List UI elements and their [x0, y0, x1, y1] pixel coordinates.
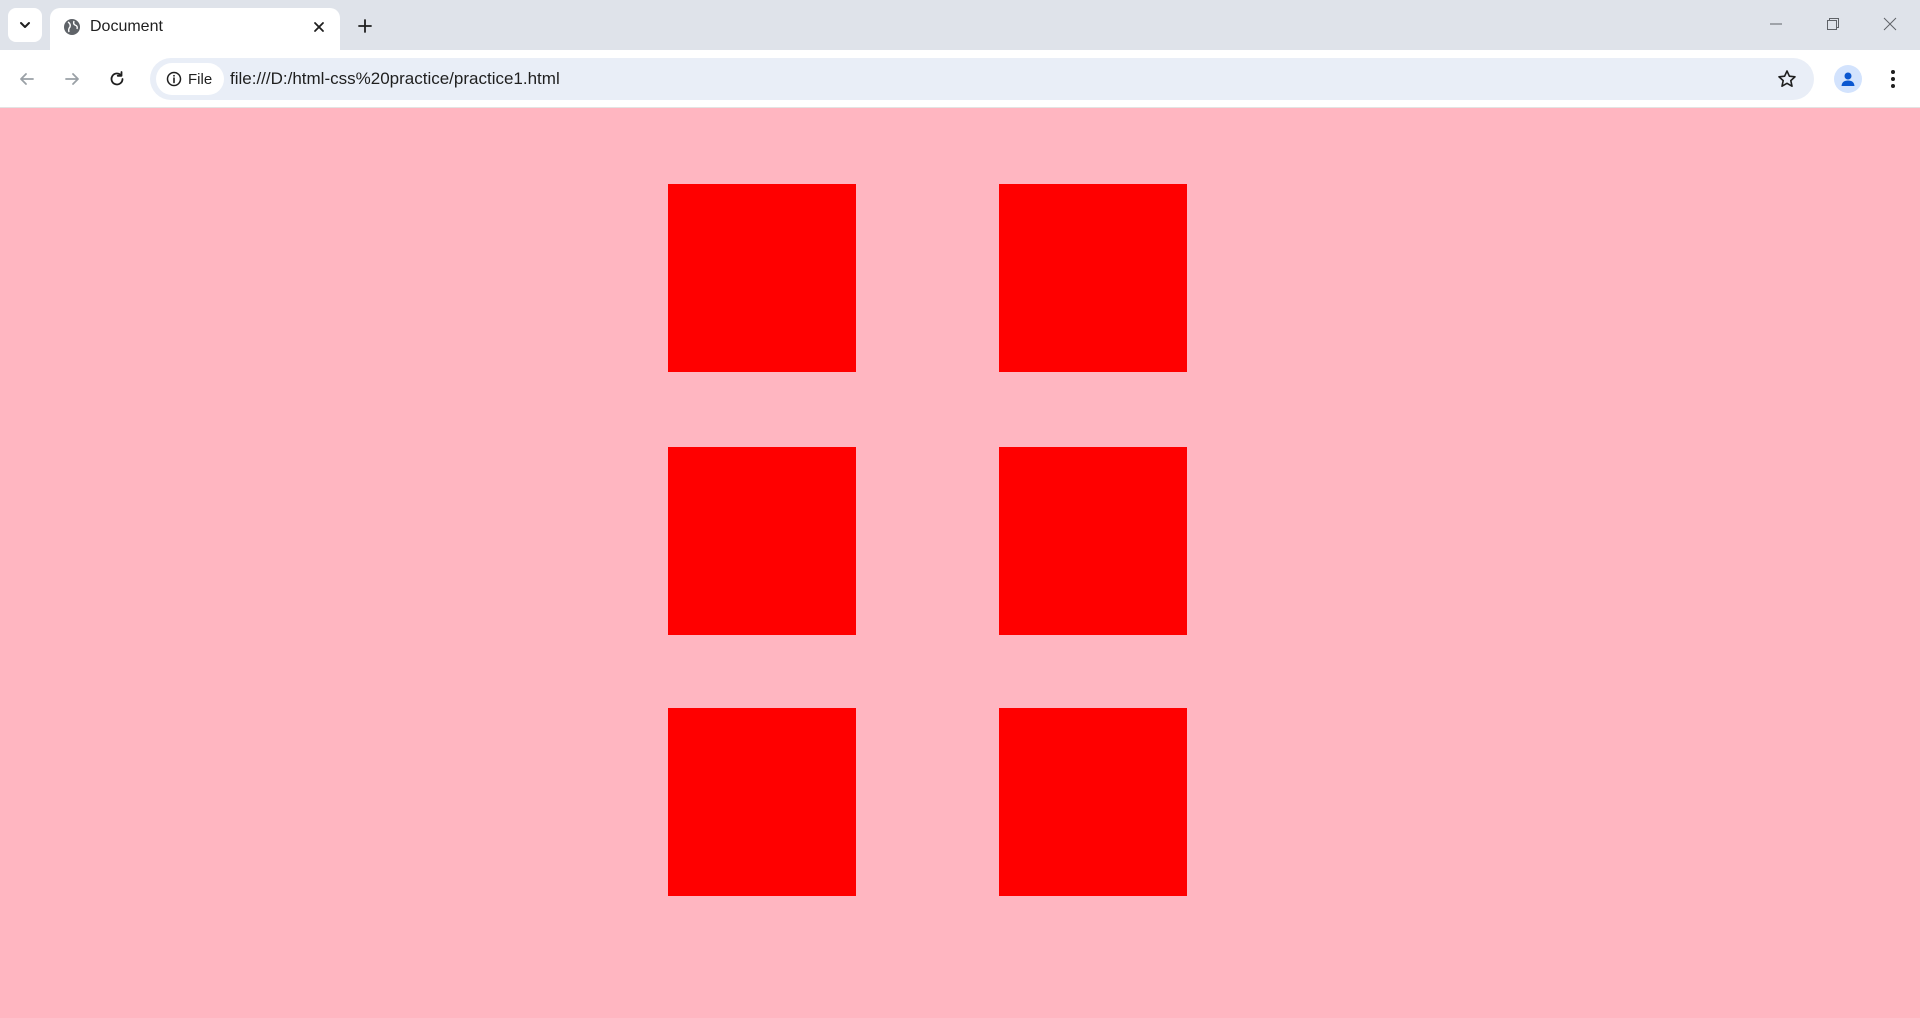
- new-tab-button[interactable]: [350, 11, 380, 41]
- browser-window: Document File file:///D:/html-css%20prac…: [0, 0, 1920, 1018]
- minimize-icon: [1770, 23, 1782, 25]
- profile-button[interactable]: [1834, 65, 1862, 93]
- info-icon: [166, 71, 182, 87]
- person-icon: [1841, 72, 1855, 86]
- site-chip-label: File: [188, 70, 213, 88]
- red-box: [668, 447, 856, 635]
- minimize-button[interactable]: [1756, 8, 1796, 40]
- red-box: [668, 184, 856, 372]
- back-button[interactable]: [10, 62, 44, 96]
- arrow-right-icon: [65, 73, 79, 85]
- tab-close-button[interactable]: [308, 16, 330, 38]
- reload-icon: [110, 71, 124, 86]
- browser-toolbar: File file:///D:/html-css%20practice/prac…: [0, 50, 1920, 108]
- address-bar[interactable]: File file:///D:/html-css%20practice/prac…: [150, 58, 1814, 100]
- star-icon: [1778, 70, 1796, 87]
- reload-button[interactable]: [100, 62, 134, 96]
- red-box: [999, 447, 1187, 635]
- kebab-menu-icon: [1891, 70, 1895, 88]
- close-icon: [1883, 17, 1897, 31]
- browser-menu-button[interactable]: [1878, 63, 1908, 95]
- plus-icon: [358, 19, 372, 33]
- close-window-button[interactable]: [1870, 8, 1910, 40]
- arrow-left-icon: [20, 73, 34, 85]
- tab-title: Document: [90, 18, 163, 35]
- tab-strip: Document: [0, 0, 1920, 50]
- tab-search-button[interactable]: [8, 8, 42, 42]
- red-box: [999, 184, 1187, 372]
- page-viewport: [0, 108, 1920, 1018]
- tab-document[interactable]: Document: [50, 8, 340, 50]
- close-icon: [314, 22, 324, 32]
- chevron-down-icon: [20, 22, 30, 28]
- forward-button[interactable]: [55, 62, 89, 96]
- restore-button[interactable]: [1813, 8, 1853, 40]
- restore-icon: [1827, 18, 1839, 30]
- site-info-chip[interactable]: File: [156, 63, 224, 95]
- bookmark-button[interactable]: [1774, 66, 1800, 92]
- red-box: [668, 708, 856, 896]
- url-text[interactable]: file:///D:/html-css%20practice/practice1…: [230, 69, 560, 89]
- globe-icon: [64, 19, 80, 35]
- red-box: [999, 708, 1187, 896]
